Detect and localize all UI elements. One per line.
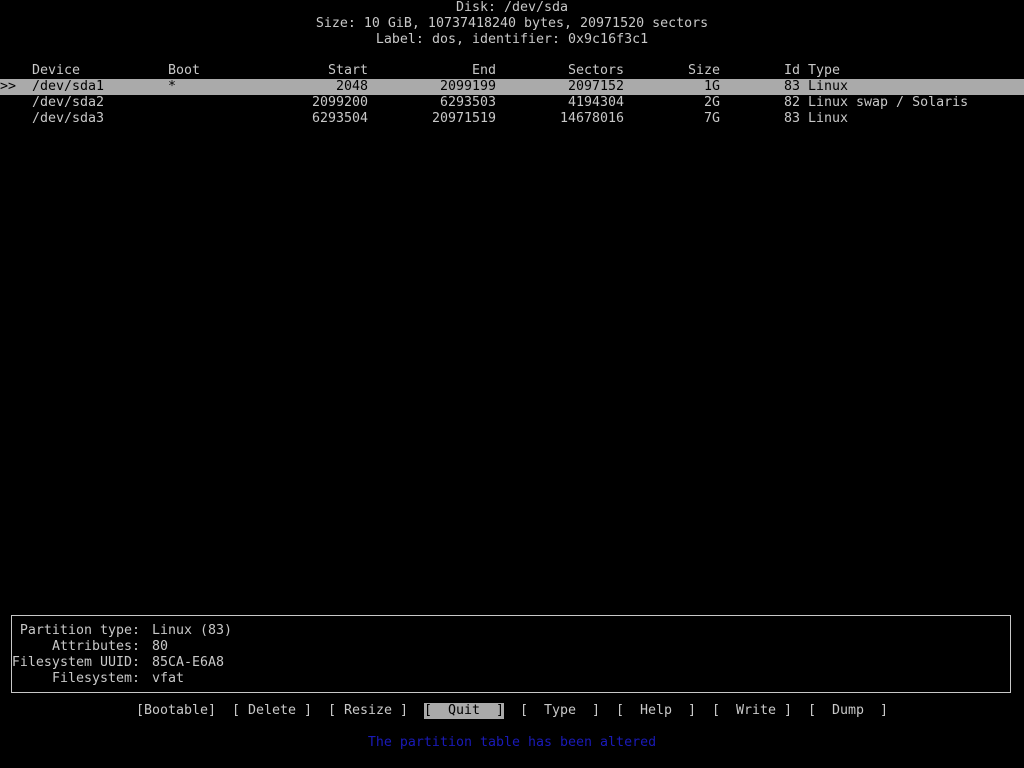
quit-button[interactable]: [ Quit ] — [424, 703, 505, 719]
help-button[interactable]: [ Help ] — [616, 703, 696, 719]
filesystem-uuid-label: Filesystem UUID: — [11, 655, 140, 670]
column-type: Type — [808, 63, 841, 78]
type-button[interactable]: [ Type ] — [520, 703, 600, 719]
filesystem-label: Filesystem: — [51, 671, 140, 686]
partition-type: Linux — [808, 79, 849, 94]
table-header: Device Boot Start End Sectors Size Id Ty… — [0, 63, 1024, 79]
info-attributes: Attributes: 80 — [12, 639, 1012, 655]
partition-end: 20971519 — [431, 111, 496, 126]
partition-id: 83 — [783, 79, 800, 94]
column-device: Device — [32, 63, 81, 78]
column-start: Start — [327, 63, 368, 78]
partition-device: /dev/sda1 — [32, 79, 105, 94]
partition-end: 6293503 — [439, 95, 496, 110]
column-sectors: Sectors — [567, 63, 624, 78]
partition-start: 2099200 — [311, 95, 368, 110]
partition-type-label: Partition type: — [19, 623, 140, 638]
partition-device: /dev/sda3 — [32, 111, 105, 126]
disk-title: Disk: /dev/sda — [455, 0, 569, 15]
partition-row-sda1[interactable]: >> /dev/sda1 * 2048 2099199 2097152 1G 8… — [0, 79, 1024, 95]
partition-type: Linux — [808, 111, 849, 126]
column-end: End — [471, 63, 496, 78]
partition-start: 2048 — [335, 79, 368, 94]
info-filesystem-uuid: Filesystem UUID: 85CA-E6A8 — [12, 655, 1012, 671]
write-button[interactable]: [ Write ] — [712, 703, 792, 719]
disk-size-info: Size: 10 GiB, 10737418240 bytes, 2097152… — [315, 16, 709, 31]
bootable-button[interactable]: [Bootable] — [136, 703, 216, 719]
column-id: Id — [783, 63, 800, 78]
info-filesystem: Filesystem: vfat — [12, 671, 1012, 687]
delete-button[interactable]: [ Delete ] — [232, 703, 312, 719]
partition-type: Linux swap / Solaris — [808, 95, 969, 110]
filesystem-uuid-value: 85CA-E6A8 — [152, 655, 225, 670]
partition-start: 6293504 — [311, 111, 368, 126]
attributes-label: Attributes: — [51, 639, 140, 654]
partition-sectors: 4194304 — [567, 95, 624, 110]
partition-size: 2G — [703, 95, 720, 110]
info-partition-type: Partition type: Linux (83) — [12, 623, 1012, 639]
partition-sectors: 2097152 — [567, 79, 624, 94]
partition-row-sda2[interactable]: /dev/sda2 2099200 6293503 4194304 2G 82 … — [0, 95, 1024, 111]
attributes-value: 80 — [152, 639, 169, 654]
partition-end: 2099199 — [439, 79, 496, 94]
partition-boot-flag: * — [168, 79, 177, 94]
column-boot: Boot — [168, 63, 201, 78]
partition-size: 7G — [703, 111, 720, 126]
dump-button[interactable]: [ Dump ] — [808, 703, 888, 719]
partition-row-sda3[interactable]: /dev/sda3 6293504 20971519 14678016 7G 8… — [0, 111, 1024, 127]
disk-label-info: Label: dos, identifier: 0x9c16f3c1 — [375, 32, 649, 47]
resize-button[interactable]: [ Resize ] — [328, 703, 408, 719]
partition-sectors: 14678016 — [559, 111, 624, 126]
partition-id: 83 — [783, 111, 800, 126]
selection-cursor: >> — [0, 79, 17, 94]
partition-size: 1G — [703, 79, 720, 94]
partition-id: 82 — [783, 95, 800, 110]
filesystem-value: vfat — [152, 671, 185, 686]
status-message: The partition table has been altered — [367, 735, 657, 750]
action-menu: [Bootable] [ Delete ] [ Resize ] [ Quit … — [0, 703, 1024, 719]
column-size: Size — [687, 63, 720, 78]
partition-info-panel: Partition type: Linux (83) Attributes: 8… — [11, 615, 1011, 693]
partition-type-value: Linux (83) — [152, 623, 233, 638]
partition-device: /dev/sda2 — [32, 95, 105, 110]
